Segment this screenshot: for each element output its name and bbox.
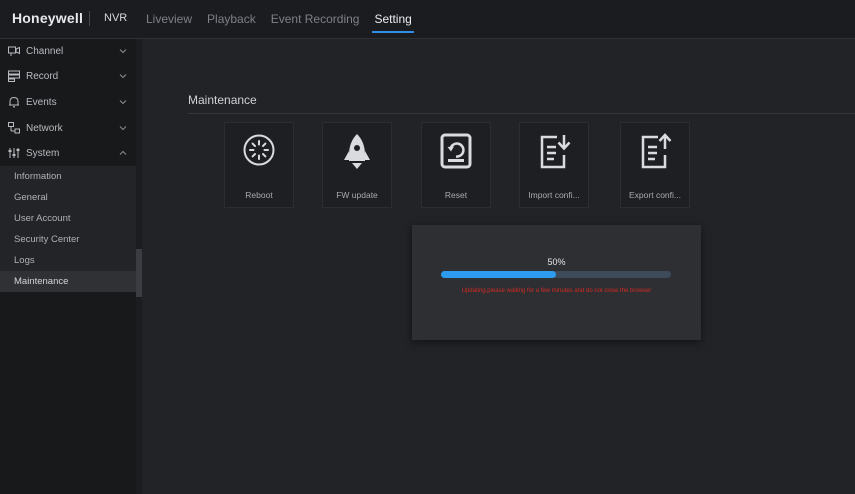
camera-icon xyxy=(8,46,20,56)
chevron-down-icon xyxy=(119,74,127,79)
progress-bar xyxy=(441,271,671,278)
export-config-icon xyxy=(641,133,672,169)
fw-update-button[interactable]: FW update xyxy=(322,122,392,208)
chevron-down-icon xyxy=(119,49,127,54)
sidebar-item-security-center[interactable]: Security Center xyxy=(0,229,136,250)
chevron-down-icon xyxy=(119,100,127,105)
reboot-icon xyxy=(243,134,275,166)
import-config-icon xyxy=(540,135,571,169)
sidebar-group-label: Network xyxy=(26,122,63,134)
sliders-icon xyxy=(8,148,20,158)
rocket-icon xyxy=(344,134,370,169)
sidebar-group-events[interactable]: Events xyxy=(0,90,136,114)
record-icon xyxy=(8,70,20,82)
top-bar: Honeywell NVR Liveview Playback Event Re… xyxy=(0,0,855,39)
reset-button[interactable]: Reset xyxy=(421,122,491,208)
sidebar-group-label: Record xyxy=(26,70,59,82)
reboot-button[interactable]: Reboot xyxy=(224,122,294,208)
main-nav: Liveview Playback Event Recording Settin… xyxy=(146,0,427,38)
import-config-button[interactable]: Import confi... xyxy=(519,122,589,208)
network-icon xyxy=(8,122,20,134)
export-config-button[interactable]: Export confi... xyxy=(620,122,690,208)
brand-logo: Honeywell xyxy=(12,10,84,26)
tile-label: Import confi... xyxy=(528,190,580,200)
nav-playback[interactable]: Playback xyxy=(207,0,256,38)
nav-liveview[interactable]: Liveview xyxy=(146,0,192,38)
sidebar-group-channel[interactable]: Channel xyxy=(0,39,136,63)
sidebar-item-general[interactable]: General xyxy=(0,187,136,208)
section-divider xyxy=(188,113,855,114)
progress-warning-message: Updating,please waiting for a few minute… xyxy=(461,288,652,294)
bell-icon xyxy=(9,96,19,108)
progress-bar-fill xyxy=(441,271,556,278)
sidebar-group-record[interactable]: Record xyxy=(0,64,136,88)
brand-divider xyxy=(89,11,90,26)
chevron-up-icon xyxy=(119,150,127,155)
sidebar-item-information[interactable]: Information xyxy=(0,166,136,187)
sidebar-item-logs[interactable]: Logs xyxy=(0,250,136,271)
section-title: Maintenance xyxy=(188,93,257,107)
sidebar: Channel Record Events Network System Inf… xyxy=(0,39,142,494)
chevron-down-icon xyxy=(119,126,127,131)
tile-label: Reboot xyxy=(245,190,273,200)
sidebar-item-user-account[interactable]: User Account xyxy=(0,208,136,229)
nav-setting[interactable]: Setting xyxy=(372,0,415,38)
system-submenu: Information General User Account Securit… xyxy=(0,166,136,292)
reset-icon xyxy=(440,133,472,169)
sidebar-scrollbar-thumb[interactable] xyxy=(136,249,142,297)
product-name: NVR xyxy=(104,12,128,24)
sidebar-group-system[interactable]: System xyxy=(0,141,136,165)
update-progress-dialog: 50% Updating,please waiting for a few mi… xyxy=(412,225,701,340)
sidebar-group-label: Channel xyxy=(26,45,64,57)
tile-label: Export confi... xyxy=(629,190,681,200)
sidebar-group-network[interactable]: Network xyxy=(0,116,136,140)
tile-label: FW update xyxy=(336,190,378,200)
nav-event-recording[interactable]: Event Recording xyxy=(271,0,360,38)
sidebar-group-label: System xyxy=(26,147,60,159)
progress-percent: 50% xyxy=(547,257,566,267)
sidebar-item-maintenance[interactable]: Maintenance xyxy=(0,271,136,292)
sidebar-group-label: Events xyxy=(26,96,57,108)
tile-label: Reset xyxy=(444,190,468,200)
